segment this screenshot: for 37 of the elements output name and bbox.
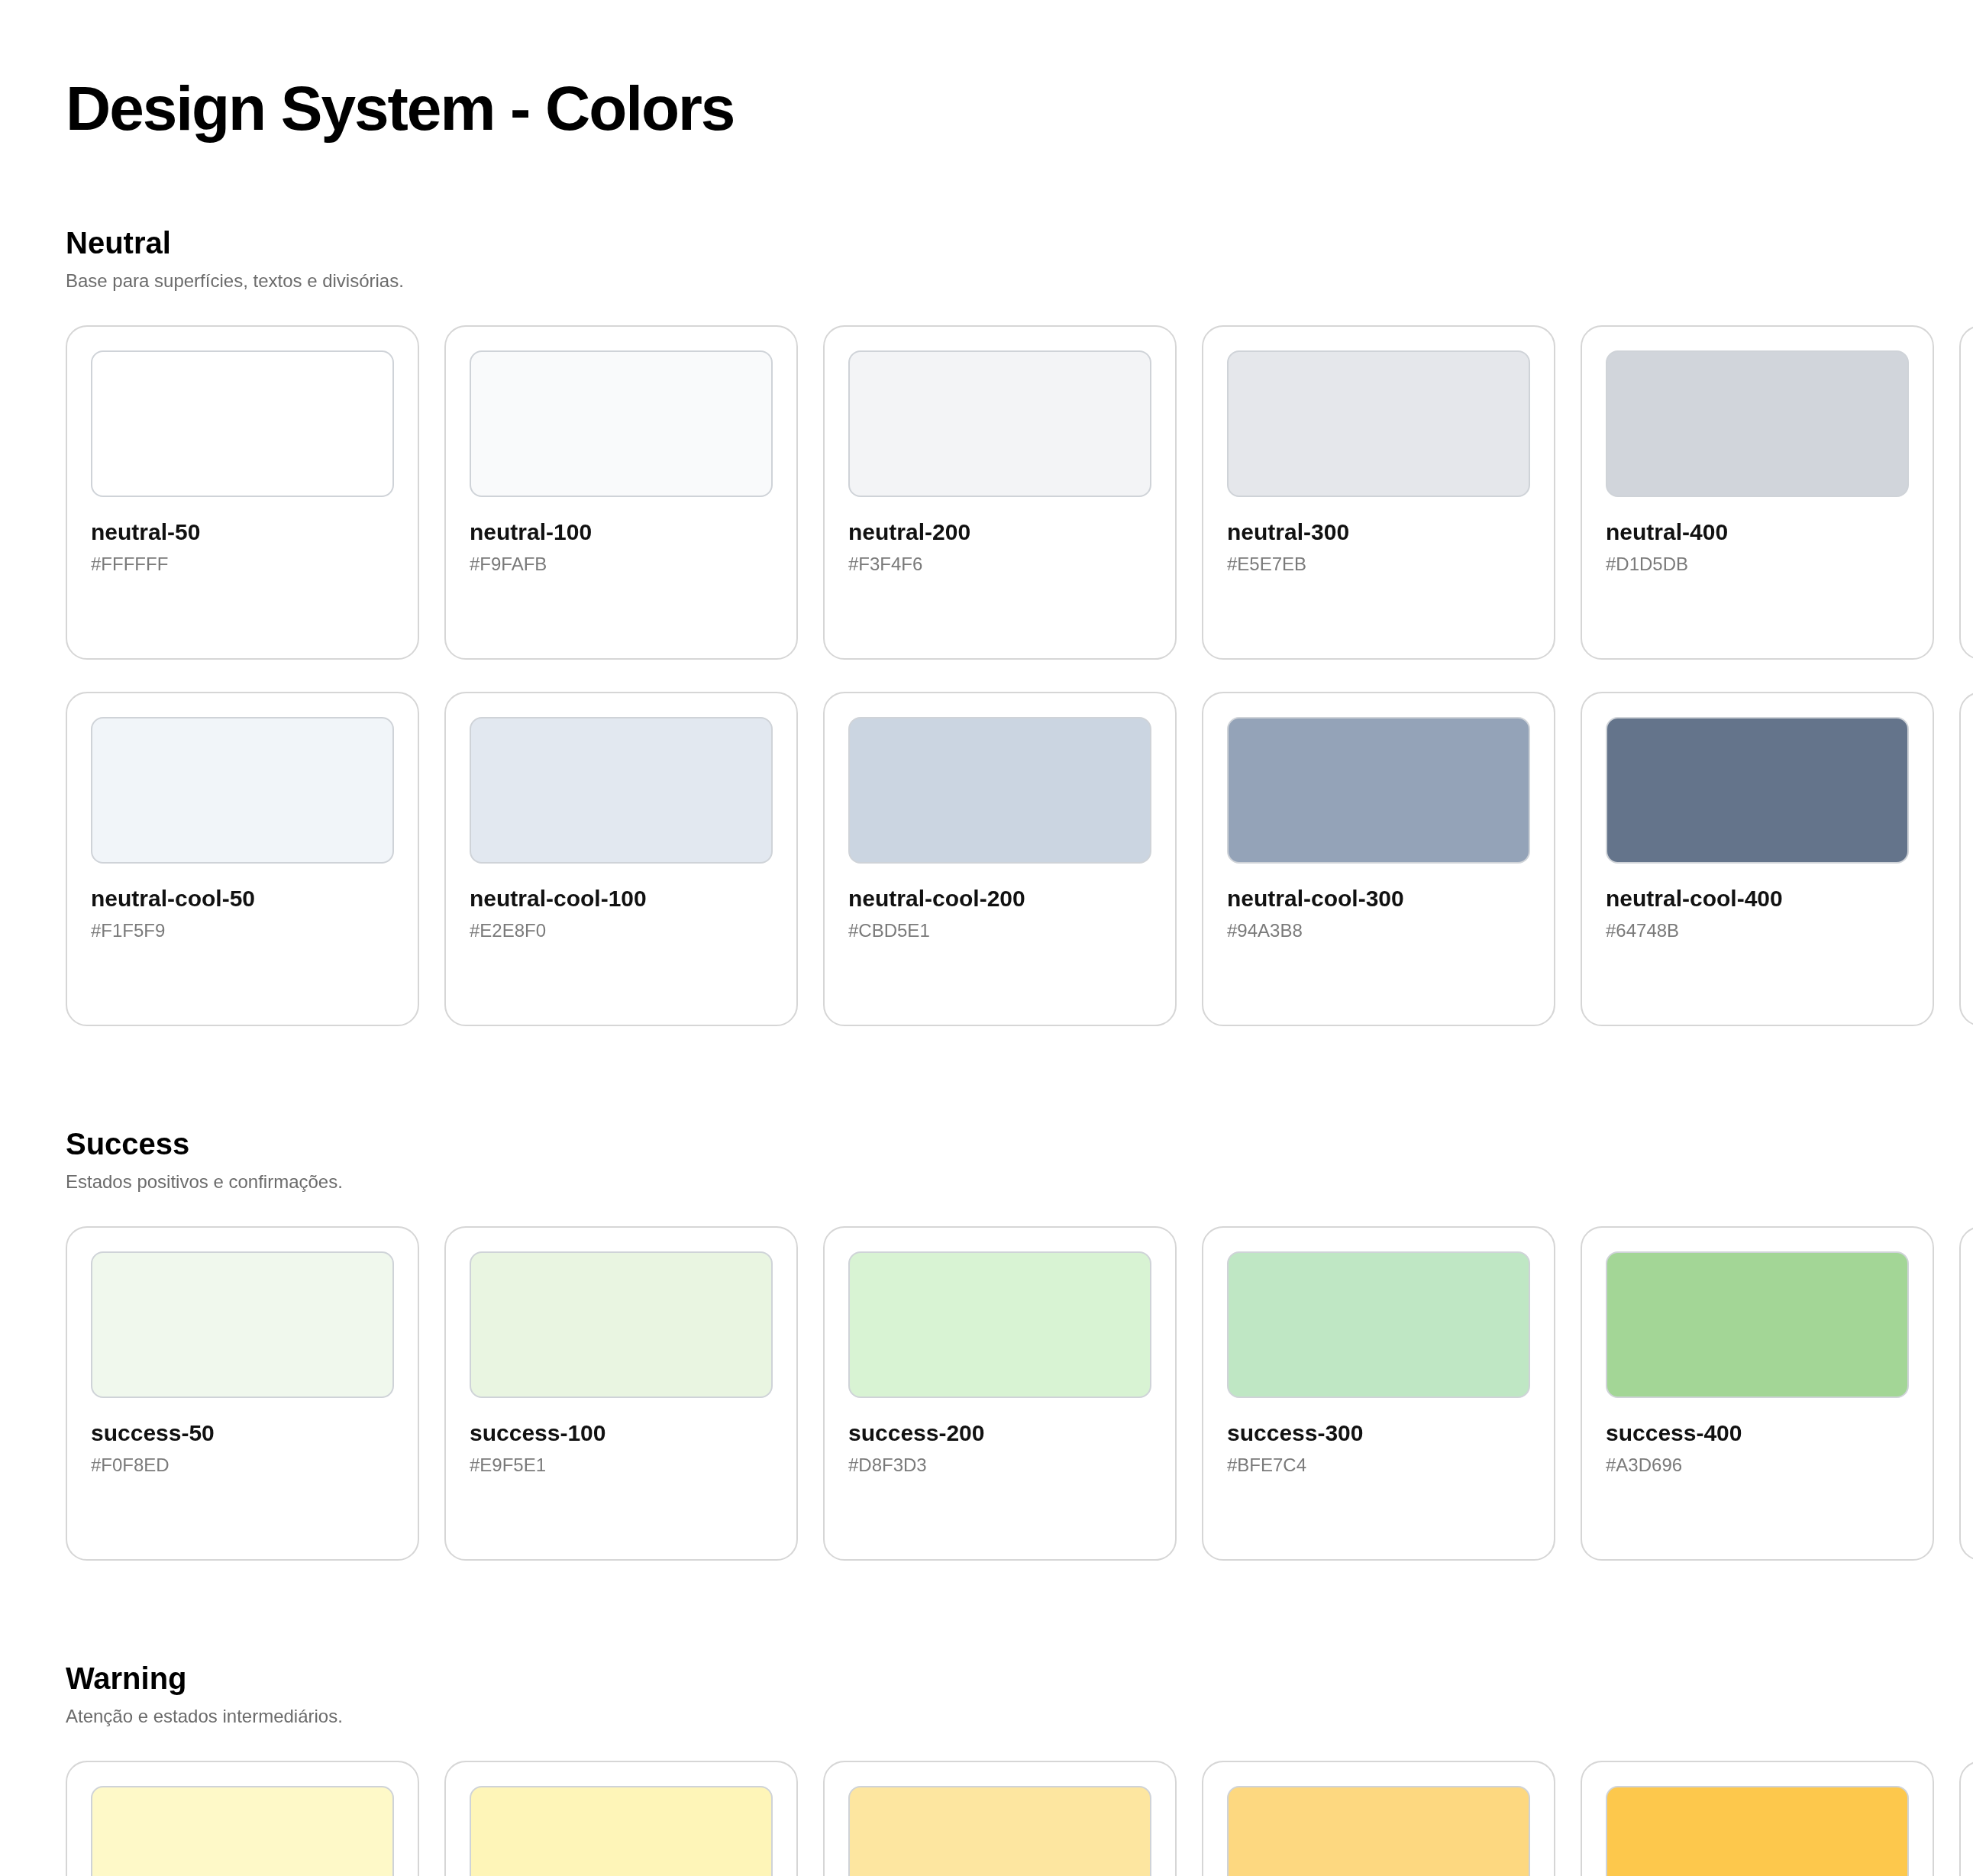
color-name: success-400 [1606, 1419, 1743, 1447]
color-hex: #E5E7EB [1227, 553, 1308, 576]
color-name: neutral-cool-400 [1606, 885, 1784, 912]
color-name: neutral-300 [1227, 518, 1351, 546]
page-title: Design System - Colors [66, 73, 735, 144]
color-hex: #94A3B8 [1227, 919, 1303, 942]
color-name: success-50 [91, 1419, 215, 1447]
color-hex: #64748B [1606, 919, 1681, 942]
section-description: Atenção e estados intermediários. [66, 1705, 344, 1728]
section-description: Estados positivos e confirmações. [66, 1170, 344, 1193]
color-hex: #F0F8ED [91, 1454, 170, 1477]
color-name: neutral-cool-200 [848, 885, 1026, 912]
color-hex: #D1D5DB [1606, 553, 1690, 576]
color-hex: #F3F4F6 [848, 553, 924, 576]
color-hex: #F9FAFB [470, 553, 548, 576]
color-hex: #A3D696 [1606, 1454, 1684, 1477]
color-hex: #F1F5F9 [91, 919, 166, 942]
color-hex: #BFE7C4 [1227, 1454, 1308, 1477]
color-name: success-300 [1227, 1419, 1364, 1447]
section-heading: Warning [66, 1661, 188, 1697]
section-heading: Neutral [66, 225, 172, 261]
color-name: neutral-400 [1606, 518, 1729, 546]
section-description: Base para superfícies, textos e divisórias. [66, 270, 405, 292]
color-name: success-200 [848, 1419, 986, 1447]
color-hex: #E9F5E1 [470, 1454, 547, 1477]
color-name: neutral-100 [470, 518, 593, 546]
color-name: neutral-cool-100 [470, 885, 647, 912]
color-hex: #CBD5E1 [848, 919, 931, 942]
color-hex: #FFFFFF [91, 553, 170, 576]
color-name: neutral-cool-50 [91, 885, 257, 912]
section-heading: Success [66, 1126, 191, 1162]
color-name: success-100 [470, 1419, 607, 1447]
color-name: neutral-cool-300 [1227, 885, 1405, 912]
color-name: neutral-50 [91, 518, 202, 546]
color-name: neutral-200 [848, 518, 972, 546]
color-hex: #E2E8F0 [470, 919, 547, 942]
color-hex: #D8F3D3 [848, 1454, 928, 1477]
